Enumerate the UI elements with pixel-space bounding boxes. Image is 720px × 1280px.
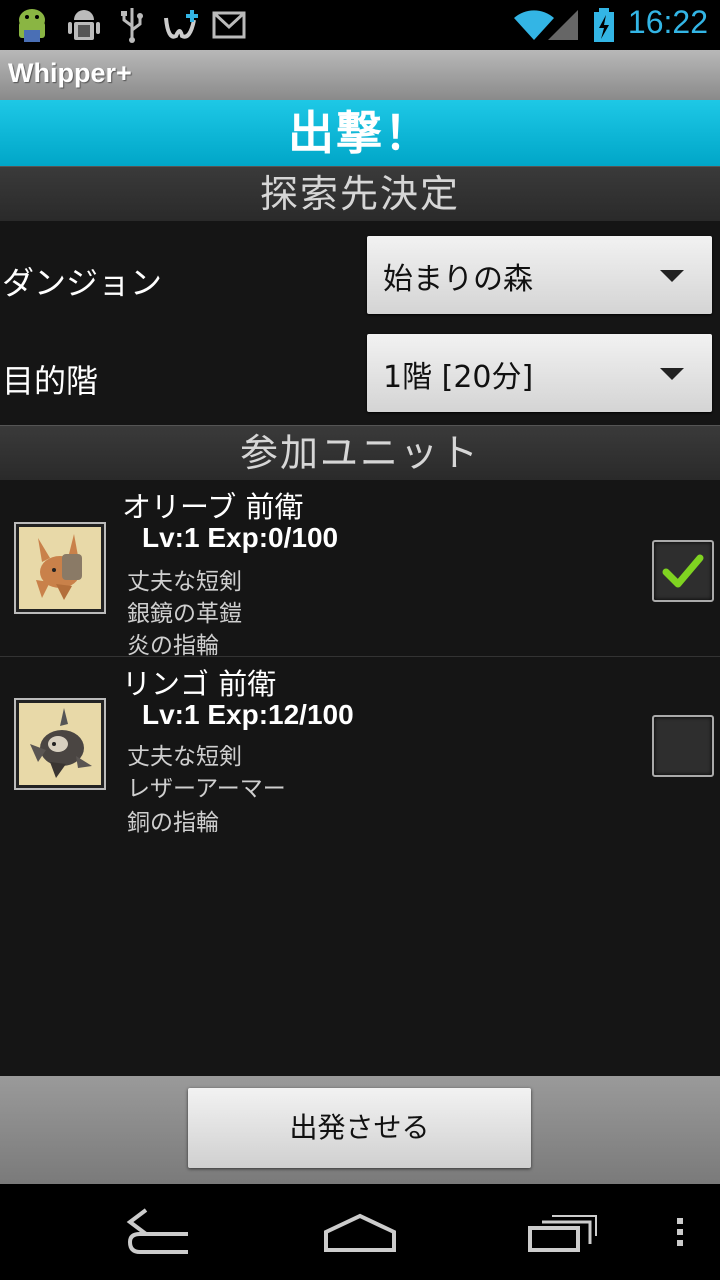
units-section-title: 参加ユニット	[239, 431, 480, 475]
battery-charging-icon	[594, 8, 614, 42]
depart-button[interactable]: 出発させる	[188, 1088, 531, 1168]
unit-equipment-weapon: 丈夫な短剣	[127, 744, 242, 770]
unit-avatar	[14, 522, 106, 614]
unit-equipment-weapon: 丈夫な短剣	[127, 569, 242, 595]
unit-equipment-accessory: 銅の指輪	[127, 810, 219, 836]
dropdown-arrow-icon	[660, 270, 684, 282]
banner-title: 出撃！	[288, 106, 432, 160]
whipper-notification-icon	[164, 10, 198, 39]
unit-equipment-armor: レザーアーマー	[127, 776, 286, 802]
app-title: Whipper+	[8, 58, 132, 88]
dropdown-arrow-icon	[660, 368, 684, 380]
dungeon-label: ダンジョン	[2, 264, 163, 302]
unit-sprite-icon	[30, 708, 92, 778]
status-time: 16:22	[627, 4, 708, 40]
unit-name: オリーブ 前衛	[122, 490, 304, 524]
explore-section-title: 探索先決定	[259, 172, 460, 216]
unit-avatar	[14, 698, 106, 790]
checkmark-icon	[662, 554, 704, 588]
dungeon-value: 始まりの森	[383, 262, 533, 297]
action-bar: 出発させる	[0, 1076, 720, 1184]
usb-icon	[121, 8, 143, 43]
unit-level: Lv:1 Exp:0/100	[142, 522, 339, 553]
recent-apps-icon[interactable]	[526, 1204, 598, 1260]
unit-checkbox-unchecked[interactable]	[652, 715, 714, 777]
unit-row[interactable]: オリーブ 前衛 Lv:1 Exp:0/100 丈夫な短剣 銀鏡の革鎧 炎の指輪	[0, 480, 720, 659]
unit-equipment-accessory: 炎の指輪	[127, 633, 219, 659]
unit-equipment-armor: 銀鏡の革鎧	[127, 601, 242, 627]
floor-label: 目的階	[2, 362, 99, 400]
floor-value: 1階 [20分]	[383, 360, 534, 395]
units-section-header: 参加ユニット	[0, 425, 720, 480]
system-nav-bar	[0, 1184, 720, 1280]
unit-sprite-icon	[36, 534, 82, 600]
status-bar: 16:22	[0, 0, 720, 50]
unit-level: Lv:1 Exp:12/100	[142, 699, 354, 730]
gmail-icon	[212, 11, 246, 39]
explore-section-header: 探索先決定	[0, 166, 720, 221]
overflow-menu-icon[interactable]	[670, 1204, 690, 1260]
sortie-banner: 出撃！	[0, 100, 720, 166]
signal-icon	[548, 10, 578, 40]
dungeon-spinner[interactable]: 始まりの森	[367, 236, 712, 314]
floor-spinner[interactable]: 1階 [20分]	[367, 334, 712, 412]
home-icon[interactable]	[322, 1204, 398, 1260]
unit-name: リンゴ 前衛	[122, 667, 277, 701]
unit-row[interactable]: リンゴ 前衛 Lv:1 Exp:12/100 丈夫な短剣 レザーアーマー 銅の指…	[0, 657, 720, 836]
app-title-bar: Whipper+	[0, 50, 720, 100]
android-debug-icon	[68, 10, 100, 40]
android-icon	[19, 9, 45, 42]
back-icon[interactable]	[124, 1204, 196, 1260]
unit-checkbox-checked[interactable]	[652, 540, 714, 602]
